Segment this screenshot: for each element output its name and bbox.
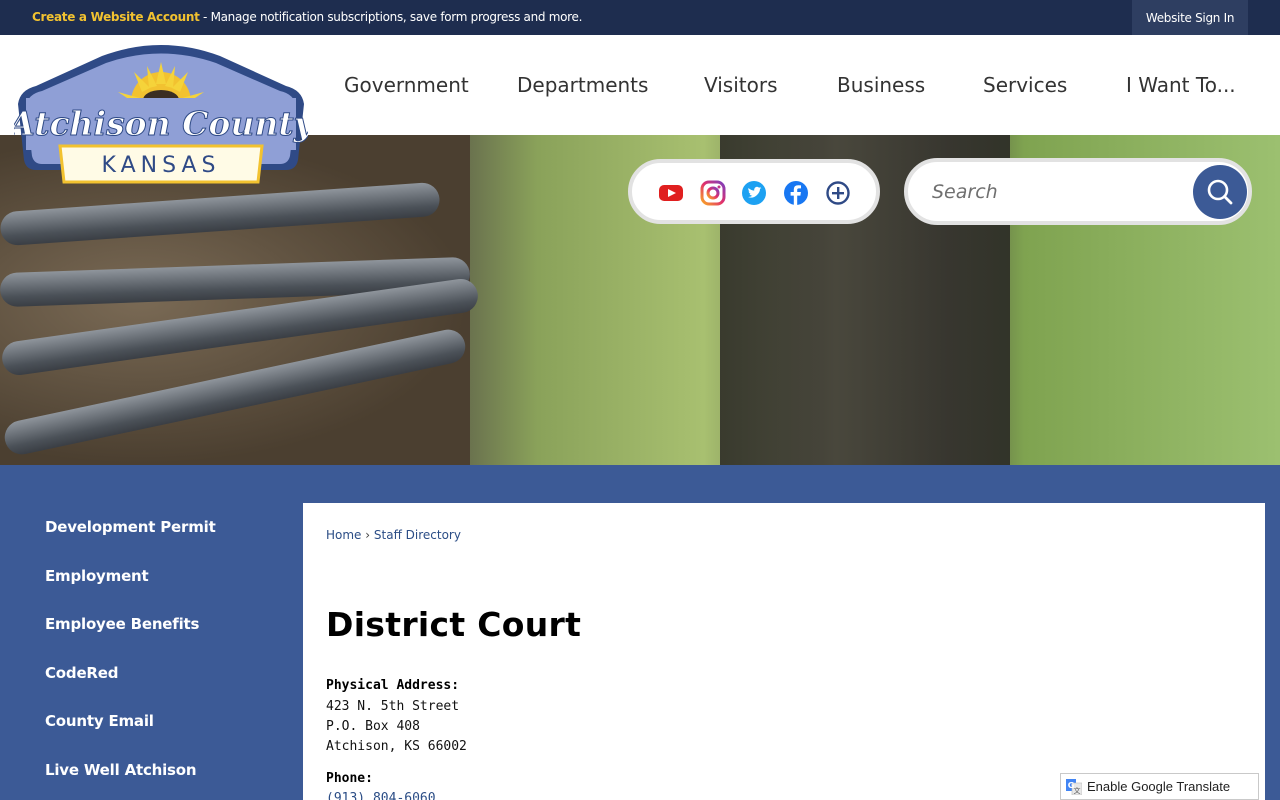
google-translate-label: Enable Google Translate xyxy=(1087,779,1231,794)
search-button[interactable] xyxy=(1193,165,1247,219)
google-translate-button[interactable]: G 文 Enable Google Translate xyxy=(1060,773,1259,800)
create-account-link[interactable]: Create a Website Account xyxy=(32,10,200,24)
nav-departments[interactable]: Departments xyxy=(517,73,648,97)
address-line: P.O. Box 408 xyxy=(326,719,420,734)
google-translate-icon: G 文 xyxy=(1066,778,1082,795)
sidebar-item-employee-benefits[interactable]: Employee Benefits xyxy=(45,615,199,633)
sidebar-item-codered[interactable]: CodeRed xyxy=(45,664,118,682)
search-input[interactable] xyxy=(932,176,1182,208)
address-line: Atchison, KS 66002 xyxy=(326,739,467,754)
nav-i-want-to[interactable]: I Want To... xyxy=(1126,73,1236,97)
youtube-icon[interactable] xyxy=(658,180,684,206)
breadcrumb-separator: › xyxy=(365,528,371,542)
account-message-text: - Manage notification subscriptions, sav… xyxy=(199,10,583,24)
social-links xyxy=(628,159,880,224)
sidebar-item-county-email[interactable]: County Email xyxy=(45,712,154,730)
nav-services[interactable]: Services xyxy=(983,73,1067,97)
sidebar-item-live-well-atchison[interactable]: Live Well Atchison xyxy=(45,761,197,779)
breadcrumb-home[interactable]: Home xyxy=(326,528,361,542)
sidebar-item-development-permit[interactable]: Development Permit xyxy=(45,518,216,536)
facebook-icon[interactable] xyxy=(783,180,809,206)
breadcrumb-staff-directory[interactable]: Staff Directory xyxy=(374,528,461,542)
address-line: 423 N. 5th Street xyxy=(326,699,460,714)
physical-address-label: Physical Address: xyxy=(326,678,460,693)
search-icon xyxy=(1207,179,1233,205)
page-title: District Court xyxy=(326,605,582,644)
sidebar-item-employment[interactable]: Employment xyxy=(45,567,149,585)
phone-row: (913) 804-6060 xyxy=(326,791,436,800)
phone-link[interactable]: (913) 804-6060 xyxy=(326,791,436,800)
main-nav: Government Departments Visitors Business… xyxy=(0,35,1280,135)
account-message: Create a Website Account - Manage notifi… xyxy=(32,10,582,24)
logo-state: KANSAS xyxy=(102,153,221,178)
top-bar: Create a Website Account - Manage notifi… xyxy=(0,0,1280,35)
main-content: Home › Staff Directory District Court Ph… xyxy=(303,503,1265,800)
site-search xyxy=(904,158,1252,225)
more-icon[interactable] xyxy=(825,180,851,206)
nav-government[interactable]: Government xyxy=(344,73,469,97)
svg-text:文: 文 xyxy=(1074,786,1081,795)
nav-business[interactable]: Business xyxy=(837,73,925,97)
website-sign-in-button[interactable]: Website Sign In xyxy=(1132,0,1248,35)
nav-visitors[interactable]: Visitors xyxy=(704,73,778,97)
twitter-icon[interactable] xyxy=(741,180,767,206)
instagram-icon[interactable] xyxy=(700,180,726,206)
breadcrumb: Home › Staff Directory xyxy=(326,528,461,542)
phone-label: Phone: xyxy=(326,771,373,786)
